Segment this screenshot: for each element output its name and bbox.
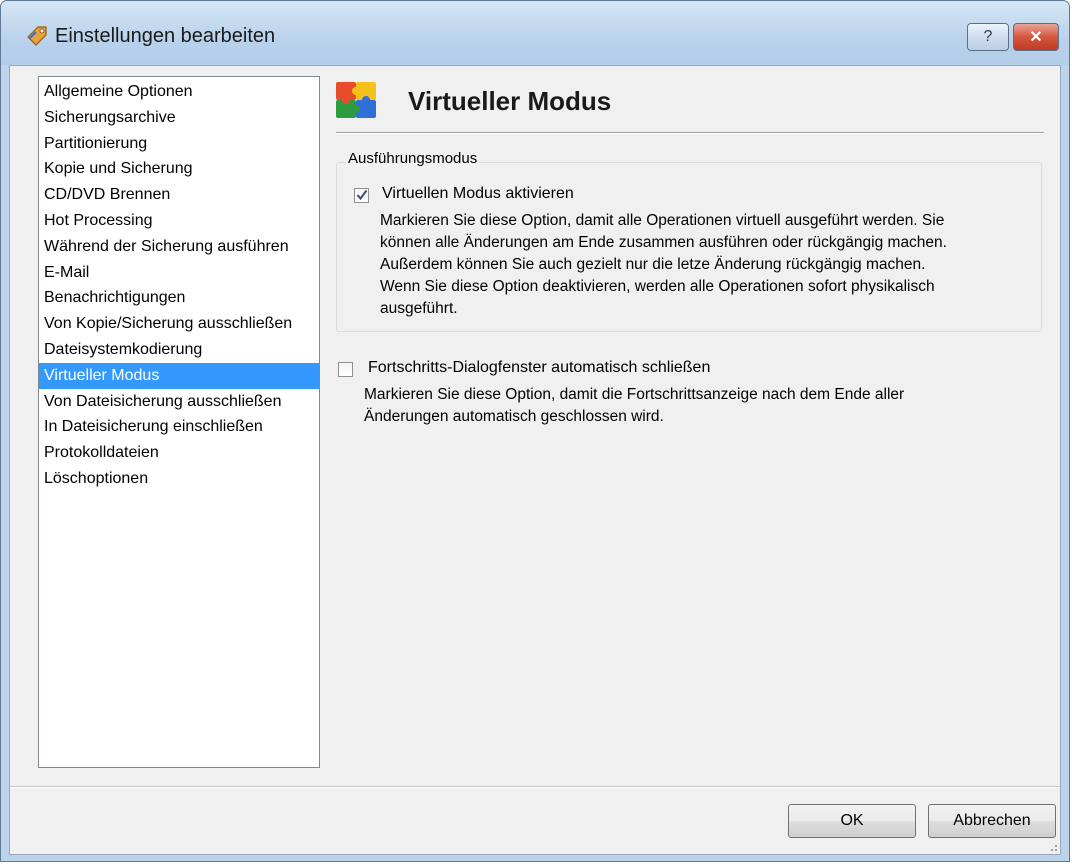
sidebar-item[interactable]: Von Kopie/Sicherung ausschließen bbox=[39, 311, 319, 337]
settings-window: Einstellungen bearbeiten ? ✕ Allgemeine … bbox=[0, 0, 1070, 862]
sidebar-item[interactable]: Löschoptionen bbox=[39, 466, 319, 492]
group-title: Ausführungsmodus bbox=[346, 150, 480, 167]
sidebar-item[interactable]: Protokolldateien bbox=[39, 440, 319, 466]
description-line: Markieren Sie diese Option, damit alle O… bbox=[380, 212, 945, 229]
close-icon: ✕ bbox=[1029, 29, 1043, 46]
title-divider bbox=[336, 132, 1044, 134]
description-line: Wenn Sie diese Option deaktivieren, werd… bbox=[380, 278, 935, 295]
description-line: können alle Änderungen am Ende zusammen … bbox=[380, 234, 947, 251]
ok-button[interactable]: OK bbox=[788, 804, 916, 838]
sidebar-item[interactable]: E-Mail bbox=[39, 260, 319, 286]
sidebar-item[interactable]: Allgemeine Optionen bbox=[39, 79, 319, 105]
checkmark-icon bbox=[356, 189, 368, 201]
auto-close-progress-checkbox[interactable] bbox=[338, 362, 353, 377]
settings-category-list[interactable]: Allgemeine Optionen Sicherungsarchive Part… bbox=[38, 76, 320, 768]
sidebar-item[interactable]: Während der Sicherung ausführen bbox=[39, 234, 319, 260]
description-line: ausgeführt. bbox=[380, 300, 458, 317]
description-line: Änderungen automatisch geschlossen wird. bbox=[364, 408, 664, 425]
title-bar[interactable]: Einstellungen bearbeiten ? ✕ bbox=[1, 1, 1069, 65]
help-button[interactable]: ? bbox=[967, 23, 1009, 51]
sidebar-item[interactable]: Benachrichtigungen bbox=[39, 285, 319, 311]
sidebar-item[interactable]: Hot Processing bbox=[39, 208, 319, 234]
sidebar-item[interactable]: Partitionierung bbox=[39, 131, 319, 157]
virtual-mode-checkbox[interactable] bbox=[354, 188, 369, 203]
auto-close-progress-label[interactable]: Fortschritts-Dialogfenster automatisch s… bbox=[368, 359, 710, 377]
resize-grip-icon[interactable] bbox=[1046, 840, 1058, 852]
sidebar-item[interactable]: CD/DVD Brennen bbox=[39, 182, 319, 208]
dialog-client: Allgemeine Optionen Sicherungsarchive Part… bbox=[9, 65, 1061, 855]
cancel-button[interactable]: Abbrechen bbox=[928, 804, 1056, 838]
app-icon bbox=[27, 26, 47, 46]
button-bar-divider bbox=[10, 786, 1060, 788]
sidebar-item[interactable]: Virtueller Modus bbox=[39, 362, 319, 389]
close-button[interactable]: ✕ bbox=[1013, 23, 1059, 51]
sidebar-item[interactable]: In Dateisicherung einschließen bbox=[39, 414, 319, 440]
sidebar-item[interactable]: Dateisystemkodierung bbox=[39, 337, 319, 363]
page-title: Virtueller Modus bbox=[408, 86, 612, 116]
auto-close-progress-description: Markieren Sie diese Option, damit die Fo… bbox=[364, 384, 1044, 428]
sidebar-item[interactable]: Sicherungsarchive bbox=[39, 105, 319, 131]
puzzle-icon bbox=[336, 82, 376, 118]
virtual-mode-description: Markieren Sie diese Option, damit alle O… bbox=[380, 210, 1030, 320]
window-title: Einstellungen bearbeiten bbox=[55, 25, 276, 47]
description-line: Markieren Sie diese Option, damit die Fo… bbox=[364, 386, 905, 403]
sidebar-item[interactable]: Von Dateisicherung ausschließen bbox=[39, 389, 319, 415]
sidebar-item[interactable]: Kopie und Sicherung bbox=[39, 156, 319, 182]
help-icon: ? bbox=[983, 28, 993, 45]
virtual-mode-label[interactable]: Virtuellen Modus aktivieren bbox=[382, 185, 574, 203]
description-line: Außerdem können Sie auch gezielt nur die… bbox=[380, 256, 926, 273]
